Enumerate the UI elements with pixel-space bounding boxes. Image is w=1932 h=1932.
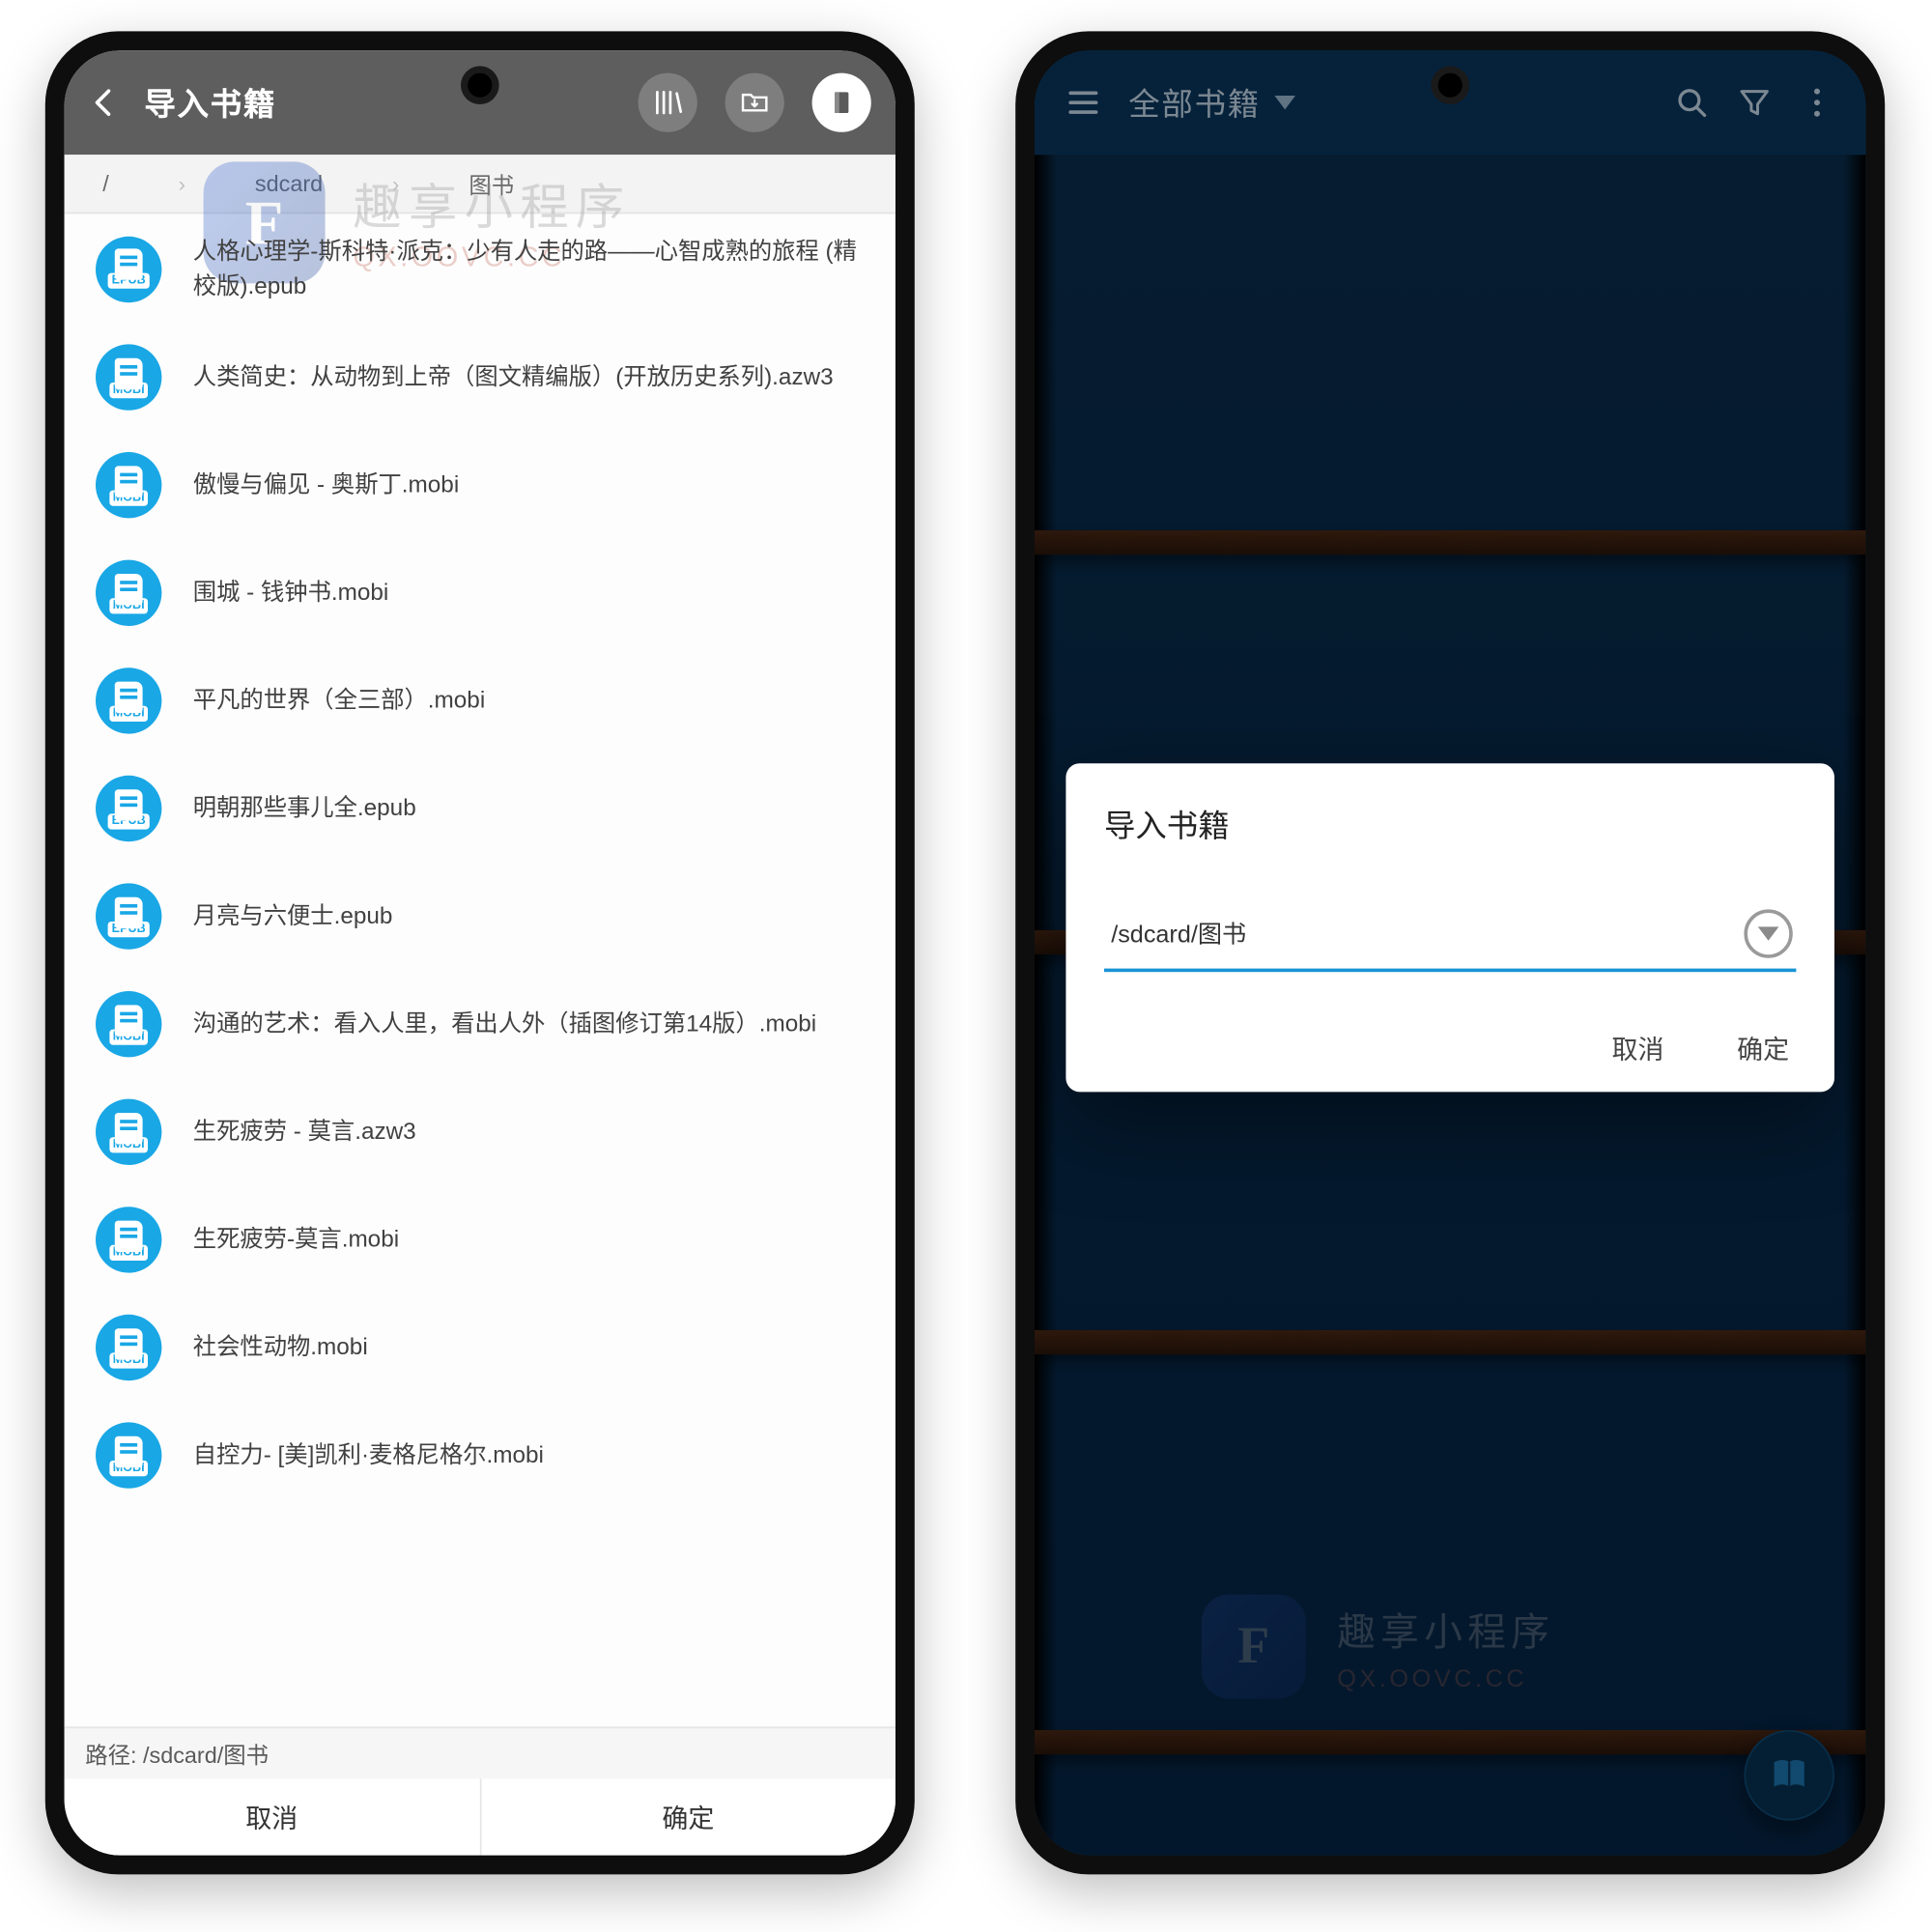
confirm-button[interactable]: 确定 <box>481 1778 895 1855</box>
file-type-icon: MOBI <box>96 1423 161 1489</box>
cancel-button[interactable]: 取消 <box>65 1778 481 1855</box>
file-row[interactable]: MOBI 平凡的世界（全三部）.mobi <box>65 647 895 755</box>
import-dialog: 导入书籍 /sdcard/图书 取消 确定 <box>1065 763 1834 1092</box>
file-name: 围城 - 钱钟书.mobi <box>193 576 389 610</box>
file-name: 明朝那些事儿全.epub <box>193 792 416 826</box>
file-name: 月亮与六便士.epub <box>193 899 393 933</box>
file-type-icon: EPUB <box>96 236 161 301</box>
bottom-button-bar: 取消 确定 <box>65 1778 895 1855</box>
file-name: 生死疲劳-莫言.mobi <box>193 1223 399 1257</box>
dialog-confirm-button[interactable]: 确定 <box>1737 1031 1789 1067</box>
file-type-icon: EPUB <box>96 884 161 950</box>
cancel-label: 取消 <box>245 1799 298 1835</box>
back-button[interactable] <box>74 73 133 132</box>
confirm-label: 确定 <box>662 1799 714 1835</box>
current-path-text: 路径: /sdcard/图书 <box>85 1737 269 1770</box>
file-name: 生死疲劳 - 莫言.azw3 <box>193 1115 416 1149</box>
file-row[interactable]: MOBI 人类简史：从动物到上帝（图文精编版）(开放历史系列).azw3 <box>65 324 895 432</box>
caret-down-icon <box>1758 926 1779 940</box>
breadcrumb-item[interactable]: sdcard <box>255 170 323 196</box>
folder-download-icon <box>739 87 770 118</box>
file-row[interactable]: EPUB 人格心理学-斯科特·派克：少有人走的路——心智成熟的旅程 (精校版).e… <box>65 213 895 324</box>
device-frame-left: 导入书籍 <box>45 31 915 1874</box>
file-name: 社会性动物.mobi <box>193 1331 368 1365</box>
file-name: 傲慢与偏见 - 奥斯丁.mobi <box>193 469 459 502</box>
file-row[interactable]: MOBI 围城 - 钱钟书.mobi <box>65 539 895 647</box>
file-type-icon: MOBI <box>96 668 161 733</box>
breadcrumb: / › sdcard › 图书 <box>65 155 895 213</box>
current-path-bar: 路径: /sdcard/图书 <box>65 1726 895 1778</box>
library-shelf-button[interactable] <box>639 73 697 132</box>
path-input-field[interactable]: /sdcard/图书 <box>1104 902 1796 972</box>
file-name: 平凡的世界（全三部）.mobi <box>193 684 485 718</box>
chevron-left-icon <box>87 85 122 120</box>
path-value: /sdcard/图书 <box>1111 917 1719 952</box>
file-row[interactable]: MOBI 傲慢与偏见 - 奥斯丁.mobi <box>65 432 895 540</box>
file-row[interactable]: EPUB 明朝那些事儿全.epub <box>65 754 895 863</box>
file-type-icon: MOBI <box>96 345 161 411</box>
file-name: 自控力- [美]凯利·麦格尼格尔.mobi <box>193 1438 544 1472</box>
file-name: 沟通的艺术：看入人里，看出人外（插图修订第14版）.mobi <box>193 1008 816 1041</box>
file-type-icon: MOBI <box>96 991 161 1057</box>
screen-left: 导入书籍 <box>65 50 895 1855</box>
dialog-cancel-button[interactable]: 取消 <box>1612 1031 1664 1067</box>
dialog-actions: 取消 确定 <box>1104 1031 1796 1067</box>
dialog-title: 导入书籍 <box>1104 802 1796 847</box>
file-row[interactable]: MOBI 生死疲劳 - 莫言.azw3 <box>65 1078 895 1186</box>
file-type-icon: MOBI <box>96 1207 161 1272</box>
file-type-icon: MOBI <box>96 1099 161 1165</box>
breadcrumb-item[interactable]: 图书 <box>469 167 514 200</box>
file-row[interactable]: MOBI 生死疲劳-莫言.mobi <box>65 1186 895 1294</box>
file-row[interactable]: MOBI 社会性动物.mobi <box>65 1293 895 1402</box>
folder-import-button[interactable] <box>725 73 784 132</box>
file-row[interactable]: MOBI 自控力- [美]凯利·麦格尼格尔.mobi <box>65 1402 895 1510</box>
book-view-button[interactable] <box>812 73 871 132</box>
book-stack-icon <box>652 87 683 118</box>
file-name: 人类简史：从动物到上帝（图文精编版）(开放历史系列).azw3 <box>193 360 834 394</box>
chevron-right-icon: › <box>392 171 399 195</box>
file-type-icon: EPUB <box>96 776 161 841</box>
chevron-right-icon: › <box>179 171 185 195</box>
breadcrumb-item[interactable]: / <box>102 170 109 196</box>
file-type-icon: MOBI <box>96 560 161 626</box>
file-type-icon: MOBI <box>96 452 161 518</box>
book-icon <box>828 87 856 118</box>
file-list[interactable]: EPUB 人格心理学-斯科特·派克：少有人走的路——心智成熟的旅程 (精校版).e… <box>65 213 895 1726</box>
appbar: 导入书籍 <box>65 50 895 155</box>
file-row[interactable]: MOBI 沟通的艺术：看入人里，看出人外（插图修订第14版）.mobi <box>65 971 895 1079</box>
screen-right: 全部书籍 <box>1035 50 1865 1855</box>
file-type-icon: MOBI <box>96 1315 161 1380</box>
path-dropdown-button[interactable] <box>1744 909 1792 957</box>
page-title: 导入书籍 <box>144 80 638 126</box>
file-row[interactable]: EPUB 月亮与六便士.epub <box>65 863 895 971</box>
device-frame-right: 全部书籍 <box>1015 31 1885 1874</box>
file-name: 人格心理学-斯科特·派克：少有人走的路——心智成熟的旅程 (精校版).epub <box>193 235 871 302</box>
